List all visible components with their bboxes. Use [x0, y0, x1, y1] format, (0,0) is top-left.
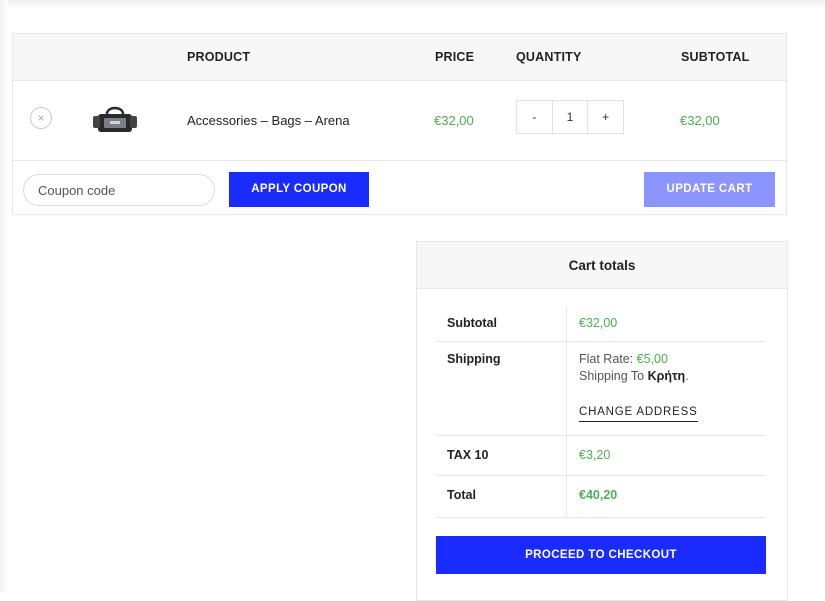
- apply-coupon-button[interactable]: APPLY COUPON: [229, 172, 369, 207]
- top-shadow: [0, 0, 825, 8]
- quantity-input[interactable]: 1: [551, 101, 589, 133]
- update-cart-button[interactable]: UPDATE CART: [644, 172, 775, 207]
- quantity-decrease-button[interactable]: -: [517, 101, 552, 133]
- shipping-method-label: Flat Rate:: [579, 352, 637, 366]
- header-product: PRODUCT: [187, 50, 251, 64]
- cart-table: PRODUCT PRICE QUANTITY SUBTOTAL × Access…: [12, 33, 787, 215]
- product-price: €32,00: [434, 113, 474, 128]
- subtotal-label: Subtotal: [447, 316, 497, 330]
- header-price: PRICE: [435, 50, 475, 64]
- subtotal-value: €32,00: [579, 316, 618, 330]
- totals-row-shipping: Shipping Flat Rate: €5,00 Shipping To Κρ…: [436, 341, 766, 436]
- shipping-region: Κρήτη: [647, 369, 686, 383]
- header-subtotal: SUBTOTAL: [681, 50, 750, 64]
- totals-row-tax: TAX 10 €3,20: [436, 435, 766, 476]
- shipping-to-suffix: .: [685, 369, 689, 383]
- header-quantity: QUANTITY: [516, 50, 582, 64]
- total-label: Total: [447, 488, 476, 502]
- tax-value: €3,20: [579, 448, 611, 462]
- coupon-code-input[interactable]: [23, 174, 215, 206]
- cart-table-header: PRODUCT PRICE QUANTITY SUBTOTAL: [13, 34, 786, 81]
- shipping-method: Flat Rate: €5,00: [579, 352, 668, 366]
- column-divider: [566, 435, 567, 475]
- quantity-increase-button[interactable]: +: [588, 101, 623, 133]
- tax-label: TAX 10: [447, 448, 489, 462]
- total-value: €40,20: [579, 488, 618, 502]
- totals-row-total: Total €40,20: [436, 475, 766, 518]
- quantity-stepper: - 1 +: [516, 100, 624, 134]
- cart-item-row: × Accessories – Bags – Arena €32,00 - 1 …: [13, 80, 786, 161]
- shipping-method-price: €5,00: [636, 352, 668, 366]
- remove-item-icon[interactable]: ×: [30, 107, 52, 129]
- column-divider: [566, 306, 567, 341]
- cart-totals-header: Cart totals: [417, 242, 787, 289]
- row-subtotal: €32,00: [680, 113, 720, 128]
- shipping-to-label: Shipping To: [579, 369, 648, 383]
- column-divider: [566, 475, 567, 517]
- product-name-link[interactable]: Accessories – Bags – Arena: [187, 113, 350, 128]
- shipping-destination: Shipping To Κρήτη.: [579, 369, 689, 383]
- product-thumbnail-bag[interactable]: [92, 102, 138, 136]
- totals-row-subtotal: Subtotal €32,00: [436, 306, 766, 342]
- change-address-link[interactable]: CHANGE ADDRESS: [579, 406, 698, 422]
- cart-totals-title: Cart totals: [568, 258, 636, 273]
- left-shadow: [0, 0, 8, 592]
- shipping-label: Shipping: [447, 352, 501, 366]
- proceed-to-checkout-button[interactable]: PROCEED TO CHECKOUT: [436, 536, 766, 574]
- column-divider: [566, 341, 567, 435]
